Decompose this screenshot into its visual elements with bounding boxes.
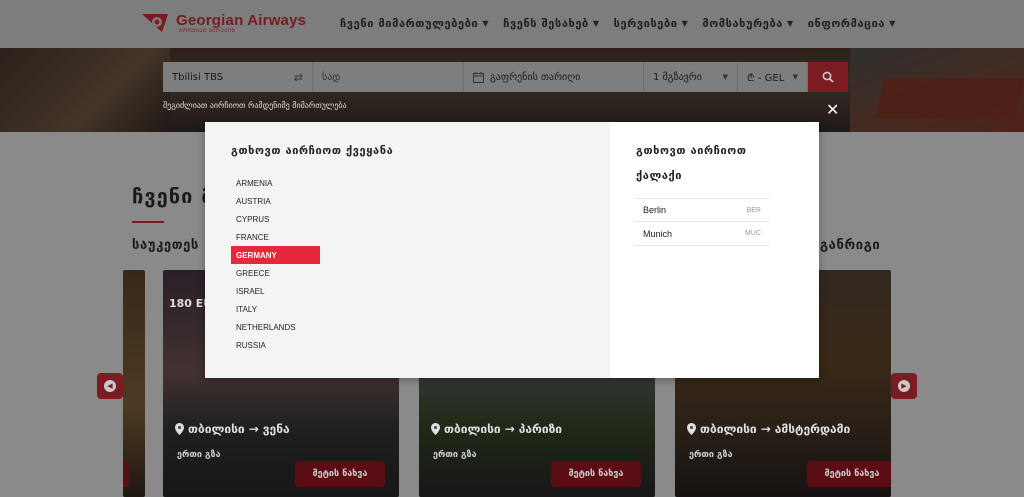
georgian-airways-logo[interactable]: Georgian Airways ᲯᲝᲠᲯᲘᲐᲜ ᲔᲘᲠᲕᲔᲘᲖ [140,11,306,35]
chevron-down-icon: ▼ [592,19,600,28]
route-title: თბილისი → ამსტერდამი [687,422,850,436]
search-icon [822,71,834,83]
city-item[interactable]: Munich MUC [635,222,769,246]
city-item[interactable]: Berlin BER [635,198,769,222]
city-name: Munich [643,228,673,239]
currency-select[interactable]: ₾ - GEL ▼ [738,62,808,92]
from-value: Tbilisi TBS [172,71,224,83]
nav-services[interactable]: სერვისები ▼ [614,17,689,30]
country-list: ARMENIA AUSTRIA CYPRUS FRANCE GERMANY GR… [231,174,320,354]
to-field[interactable]: სად [313,62,464,92]
title-underline [132,221,164,223]
nav-destinations[interactable]: ჩვენი მიმართულებები ▼ [340,17,489,30]
details-button[interactable] [123,461,129,487]
arrow-right-icon: → [248,422,259,436]
details-button[interactable]: მეტის ნახვა [807,461,891,487]
country-item[interactable]: GREECE [231,264,320,282]
section-heading-best-offers: საუკეთეს [132,238,199,253]
arrow-right-icon: → [760,422,771,436]
airport-code: MUC [745,230,761,237]
details-button[interactable]: მეტის ნახვა [295,461,385,487]
passengers-select[interactable]: 1 მგზავრი ▼ [644,62,738,92]
country-item[interactable]: FRANCE [231,228,320,246]
chevron-down-icon: ▼ [889,19,896,28]
flight-search-bar: Tbilisi TBS ⇄ სად გაფრენის თარიღი 1 მგზა… [163,62,848,92]
chevron-left-icon: ◀ [104,380,116,392]
close-icon[interactable]: ✕ [826,100,839,119]
city-list: Berlin BER Munich MUC [635,198,769,246]
nav-customer-service[interactable]: მომსახურება ▼ [702,17,793,30]
logo-name: Georgian Airways [176,11,307,29]
chevron-down-icon: ▼ [786,19,794,28]
departure-date-field[interactable]: გაფრენის თარიღი [464,62,644,92]
country-item[interactable]: ISRAEL [231,282,320,300]
airport-code: BER [746,206,761,214]
section-heading-schedule[interactable]: განრიგი [820,238,880,253]
chevron-down-icon: ▼ [482,19,490,28]
main-nav: ჩვენი მიმართულებები ▼ ჩვენს შესახებ ▼ სერვ… [340,17,896,30]
country-item[interactable]: ITALY [231,300,320,318]
to-placeholder: სად [322,71,341,83]
country-panel: გთხოვთ აირჩიოთ ქვეყანა ARMENIA AUSTRIA C… [205,122,610,378]
city-panel: გთხოვთ აირჩიოთ ქალაქი Berlin BER Munich … [610,122,819,378]
page-title: ჩვენი მ [132,184,214,208]
logo-mark-icon [142,14,168,32]
swap-icon[interactable]: ⇄ [294,71,303,84]
location-pin-icon [431,423,440,435]
date-placeholder: გაფრენის თარიღი [490,71,581,83]
trip-type: ერთი გზა [177,450,221,460]
country-item[interactable]: NETHERLANDS [231,318,320,336]
country-item[interactable]: RUSSIA [231,336,320,354]
caret-down-icon: ▼ [792,73,798,81]
search-button[interactable] [808,62,848,92]
details-button[interactable]: მეტის ნახვა [551,461,641,487]
carousel-prev-button[interactable]: ◀ [97,373,123,399]
country-item[interactable]: CYPRUS [231,210,320,228]
route-title: თბილისი → პარიზი [431,422,562,436]
location-pin-icon [687,423,696,435]
chevron-down-icon: ▼ [681,19,689,28]
country-item[interactable]: AUSTRIA [231,192,320,210]
from-field[interactable]: Tbilisi TBS ⇄ [163,62,313,92]
city-panel-title: გთხოვთ აირჩიოთ ქალაქი [636,144,747,182]
country-item-selected[interactable]: GERMANY [231,246,320,264]
city-name: Berlin [643,205,667,215]
nav-about[interactable]: ჩვენს შესახებ ▼ [503,17,600,30]
carousel-next-button[interactable]: ▶ [891,373,917,399]
country-item[interactable]: ARMENIA [231,174,320,192]
multicity-link[interactable]: შეგიძლიათ აირჩიოთ რამდენიმე მიმართულება [163,101,347,110]
trip-type: ერთი გზა [689,450,733,460]
destination-picker-modal: გთხოვთ აირჩიოთ ქვეყანა ARMENIA AUSTRIA C… [205,122,819,378]
destination-card[interactable] [123,270,145,497]
nav-information[interactable]: ინფორმაცია ▼ [808,17,896,30]
site-header: Georgian Airways ᲯᲝᲠᲯᲘᲐᲜ ᲔᲘᲠᲕᲔᲘᲖ ჩვენი მ… [0,0,1024,48]
route-title: თბილისი → ვენა [175,422,290,436]
location-pin-icon [175,423,184,435]
arrow-right-icon: → [504,422,515,436]
calendar-icon [473,71,484,83]
trip-type: ერთი გზა [433,450,477,460]
country-panel-title: გთხოვთ აირჩიოთ ქვეყანა [231,144,394,157]
chevron-right-icon: ▶ [898,380,910,392]
caret-down-icon: ▼ [722,73,728,81]
